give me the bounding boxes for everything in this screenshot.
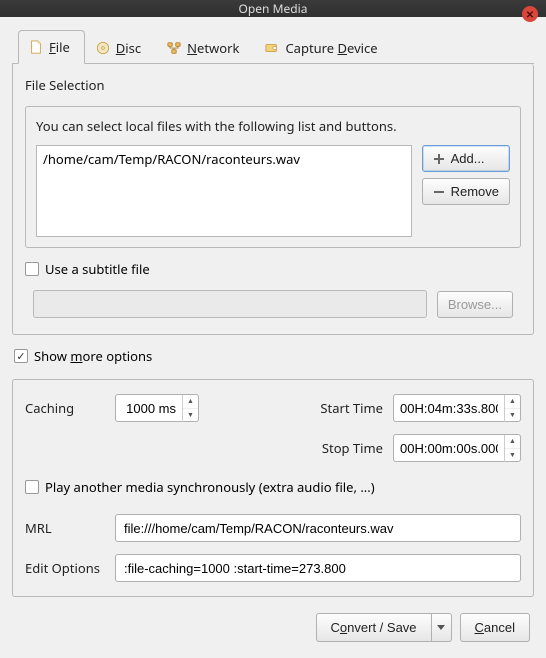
mrl-input[interactable] [115,514,521,542]
stop-time-spinner[interactable]: ▲▼ [393,434,521,462]
capture-icon [265,41,279,55]
browse-button: Browse... [437,291,513,318]
tab-capture-device[interactable]: Capture Device [254,30,392,64]
file-list[interactable]: /home/cam/Temp/RACON/raconteurs.wav [36,145,412,237]
spinner-arrows[interactable]: ▲▼ [504,435,520,462]
chevron-down-icon [437,625,445,630]
chevron-up-icon[interactable]: ▲ [505,435,520,449]
dialog-content: File Disc Network Capture Device File Se… [0,17,546,658]
add-button[interactable]: Add... [422,145,510,172]
cancel-button[interactable]: Cancel [460,613,530,642]
edit-options-label: Edit Options [25,559,105,577]
file-selection-box: You can select local files with the foll… [25,106,521,248]
tab-network[interactable]: Network [156,30,254,64]
subtitle-label: Use a subtitle file [45,260,150,278]
chevron-up-icon[interactable]: ▲ [505,395,520,409]
subtitle-row: Use a subtitle file [25,260,521,278]
start-time-spinner[interactable]: ▲▼ [393,394,521,422]
more-options-panel: Caching ▲▼ Start Time ▲▼ Stop Time ▲▼ [12,379,534,597]
play-sync-label: Play another media synchronously (extra … [45,478,375,496]
tab-file[interactable]: File [18,30,85,64]
show-more-checkbox[interactable] [14,349,28,363]
tab-bar: File Disc Network Capture Device [12,29,534,64]
caching-spinner[interactable]: ▲▼ [115,394,199,422]
chevron-down-icon[interactable]: ▼ [183,409,198,422]
file-icon [29,40,43,54]
minus-icon [433,186,445,198]
plus-icon [433,153,445,165]
stop-time-input[interactable] [394,441,504,456]
file-selection-title: File Selection [25,76,521,94]
network-icon [167,41,181,55]
remove-button[interactable]: Remove [422,178,510,205]
chevron-up-icon[interactable]: ▲ [183,395,198,409]
close-icon[interactable]: ✕ [522,6,538,22]
convert-save-button[interactable]: Convert / Save [316,613,432,642]
mrl-label: MRL [25,519,105,537]
chevron-down-icon[interactable]: ▼ [505,409,520,422]
start-time-label: Start Time [320,399,383,417]
file-selection-hint: You can select local files with the foll… [36,117,510,135]
titlebar: Open Media ✕ [0,0,546,17]
show-more-row: Show more options [12,345,534,369]
file-list-item[interactable]: /home/cam/Temp/RACON/raconteurs.wav [43,150,405,168]
spinner-arrows[interactable]: ▲▼ [504,395,520,422]
disc-icon [96,41,110,55]
subtitle-checkbox[interactable] [25,262,39,276]
play-sync-checkbox[interactable] [25,480,39,494]
open-media-dialog: Open Media ✕ File Disc Network [0,0,546,658]
file-panel: File Selection You can select local file… [12,64,534,335]
convert-save-dropdown[interactable] [432,613,452,642]
tab-disc[interactable]: Disc [85,30,156,64]
spinner-arrows[interactable]: ▲▼ [182,395,198,422]
start-time-input[interactable] [394,401,504,416]
edit-options-input[interactable] [115,554,521,582]
subtitle-path-input [33,290,427,318]
caching-input[interactable] [116,401,182,416]
window-title: Open Media [239,0,308,17]
chevron-down-icon[interactable]: ▼ [505,449,520,462]
footer: Convert / Save Cancel [12,607,534,646]
caching-label: Caching [25,399,105,417]
stop-time-label: Stop Time [322,439,383,457]
